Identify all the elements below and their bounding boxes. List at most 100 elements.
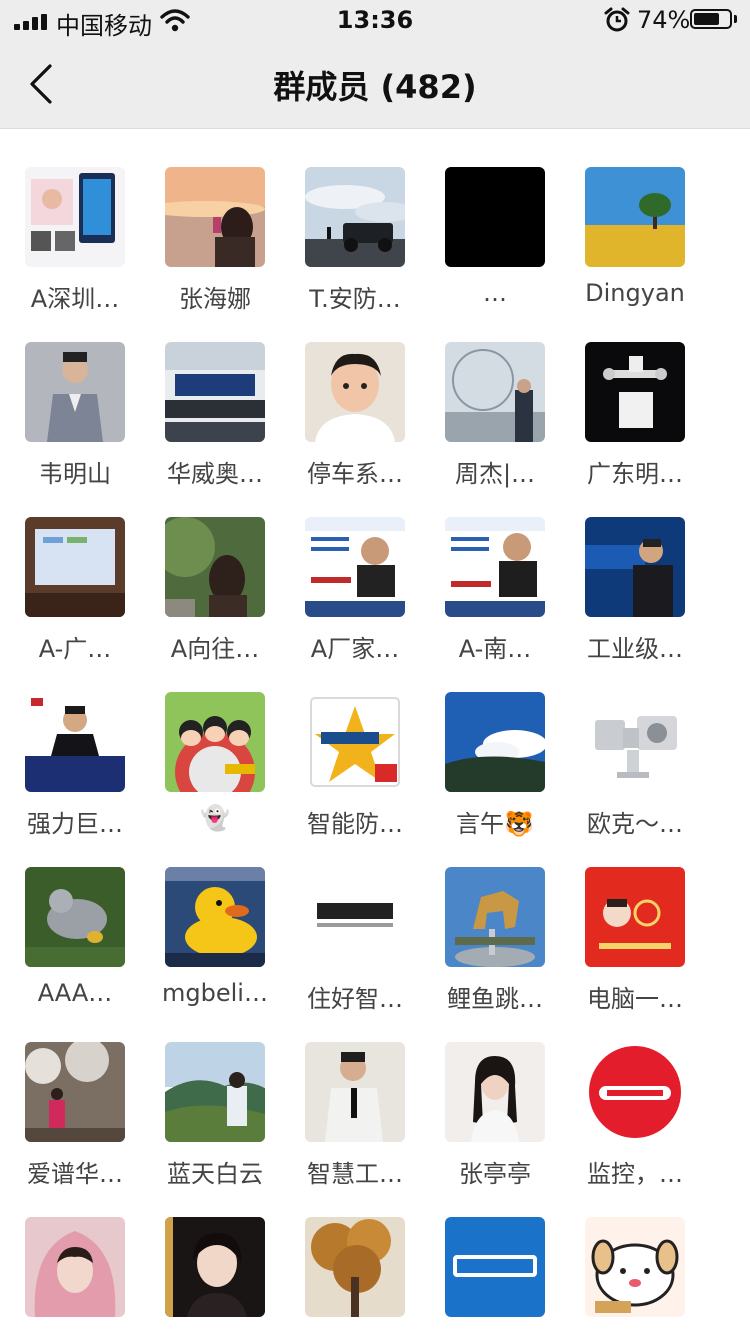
status-bar: 中国移动 13:36 74% [0,0,750,40]
member-avatar [445,867,545,967]
battery-percent: 74% [637,6,691,34]
member-item[interactable]: 韦明山 [5,342,145,502]
member-list[interactable]: A深圳… 张海娜 T.安防… … Dingyan 韦明山 华威奥… 停车系… 周杰|… 广东明… A… [0,129,750,1334]
member-name: 韦明山 [39,460,111,488]
member-name: 智慧工… [307,1160,403,1188]
member-avatar [25,517,125,617]
member-item[interactable]: 鲤鱼跳… [425,867,565,1027]
member-item[interactable]: AAA… [5,867,145,1027]
member-item[interactable]: mgbeli… [145,867,285,1027]
member-item[interactable] [425,1217,565,1334]
member-avatar [305,167,405,267]
member-item[interactable]: 周杰|… [425,342,565,502]
member-item[interactable]: A厂家… [285,517,425,677]
member-name: 强力巨… [27,810,123,838]
battery-icon [690,9,732,29]
member-avatar [165,1217,265,1317]
member-item[interactable]: T.安防… [285,167,425,327]
member-avatar [585,692,685,792]
member-name: mgbeli… [162,979,268,1007]
member-item[interactable]: A-广… [5,517,145,677]
member-item[interactable]: 停车系… [285,342,425,502]
member-avatar [585,167,685,267]
member-item[interactable] [145,1217,285,1334]
member-avatar [165,1042,265,1142]
battery-tip [734,15,737,23]
member-name: A向往… [170,635,260,663]
member-avatar [445,167,545,267]
member-item[interactable]: 爱谱华… [5,1042,145,1202]
member-avatar [25,867,125,967]
member-avatar [585,1042,685,1142]
member-avatar [165,167,265,267]
member-name: A-南… [458,635,532,663]
member-item[interactable]: … [425,167,565,327]
member-avatar [25,342,125,442]
member-name: 鲤鱼跳… [447,985,543,1013]
member-name: 张亭亭 [459,1160,531,1188]
member-name: A-广… [38,635,112,663]
previous-row-peek [0,129,750,133]
member-item[interactable]: 张亭亭 [425,1042,565,1202]
member-item[interactable] [565,1217,705,1334]
member-avatar [585,1217,685,1317]
member-avatar [585,517,685,617]
member-avatar [445,517,545,617]
member-item[interactable]: 强力巨… [5,692,145,852]
member-avatar [305,692,405,792]
member-name: 监控，… [587,1160,683,1188]
member-item[interactable]: A-南… [425,517,565,677]
member-item[interactable]: A深圳… [5,167,145,327]
member-item[interactable] [285,1217,425,1334]
member-item[interactable]: 智慧工… [285,1042,425,1202]
member-name: 👻 [200,804,230,832]
member-item[interactable]: A向往… [145,517,285,677]
member-name: 电脑一… [587,985,683,1013]
member-item[interactable]: 华威奥… [145,342,285,502]
member-item[interactable]: 欧克～… [565,692,705,852]
member-name: 言午🐯 [456,810,534,838]
member-item[interactable]: Dingyan [565,167,705,327]
member-item[interactable]: 张海娜 [145,167,285,327]
member-avatar [165,867,265,967]
member-item[interactable]: 广东明… [565,342,705,502]
alarm-clock-icon [604,7,630,32]
member-avatar [445,342,545,442]
member-item[interactable]: 住好智… [285,867,425,1027]
member-name: AAA… [37,979,113,1007]
member-avatar [585,867,685,967]
member-avatar [445,692,545,792]
member-avatar [165,517,265,617]
member-avatar [25,692,125,792]
member-item[interactable]: 电脑一… [565,867,705,1027]
member-item[interactable]: 监控，… [565,1042,705,1202]
member-name: T.安防… [309,285,401,313]
member-avatar [305,517,405,617]
page-title: 群成员 (482) [273,68,477,106]
member-item[interactable]: 工业级… [565,517,705,677]
member-item[interactable] [5,1217,145,1334]
member-name: 智能防… [307,810,403,838]
member-avatar [305,1217,405,1317]
member-avatar [585,342,685,442]
member-avatar [25,1217,125,1317]
member-item[interactable]: 蓝天白云 [145,1042,285,1202]
member-name: 华威奥… [167,460,263,488]
member-avatar [165,342,265,442]
member-avatar [305,1042,405,1142]
member-name: 欧克～… [587,810,683,838]
member-name: 停车系… [307,460,403,488]
member-name: 住好智… [307,985,403,1013]
member-item[interactable]: 👻 [145,692,285,852]
member-avatar [165,692,265,792]
member-avatar [445,1042,545,1142]
member-avatar [445,1217,545,1317]
member-name: 蓝天白云 [167,1160,263,1188]
member-item[interactable]: 智能防… [285,692,425,852]
member-name: 工业级… [587,635,683,663]
member-avatar [305,342,405,442]
member-avatar [25,167,125,267]
member-avatar [305,867,405,967]
member-item[interactable]: 言午🐯 [425,692,565,852]
member-name: 周杰|… [454,460,536,488]
